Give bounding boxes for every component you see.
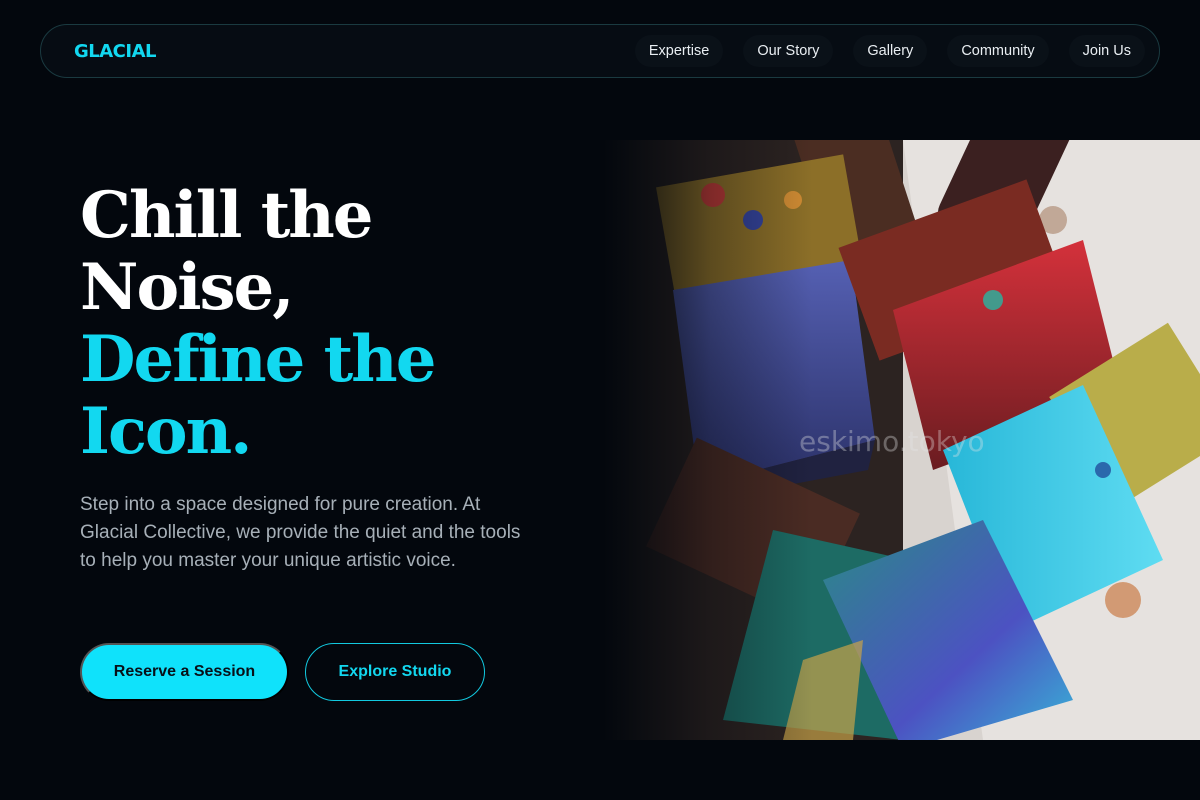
nav-links: Expertise Our Story Gallery Community Jo…: [634, 35, 1145, 67]
logo[interactable]: GLACIAL: [74, 41, 156, 62]
image-watermark: eskimo.tokyo: [799, 425, 985, 458]
hero-title-line-2: Noise,: [80, 250, 295, 325]
nav-link-our-story[interactable]: Our Story: [743, 35, 834, 67]
hero-title: Chill the Noise, Define the Icon.: [80, 178, 436, 469]
hero-accent-line-1: Define the: [80, 322, 436, 397]
top-navigation: GLACIAL Expertise Our Story Gallery Comm…: [40, 24, 1160, 78]
hero-accent-line-2: Icon.: [80, 394, 252, 469]
explore-studio-button[interactable]: Explore Studio: [305, 643, 485, 701]
hero-title-line-1: Chill the: [80, 178, 374, 253]
hero-description: Step into a space designed for pure crea…: [80, 494, 521, 571]
reserve-session-button[interactable]: Reserve a Session: [80, 643, 289, 701]
nav-link-community[interactable]: Community: [947, 35, 1049, 67]
nav-link-join-us[interactable]: Join Us: [1068, 35, 1145, 67]
nav-link-gallery[interactable]: Gallery: [853, 35, 928, 67]
hero-paintbrush-image: eskimo.tokyo: [603, 140, 1200, 740]
nav-link-expertise[interactable]: Expertise: [634, 35, 724, 67]
